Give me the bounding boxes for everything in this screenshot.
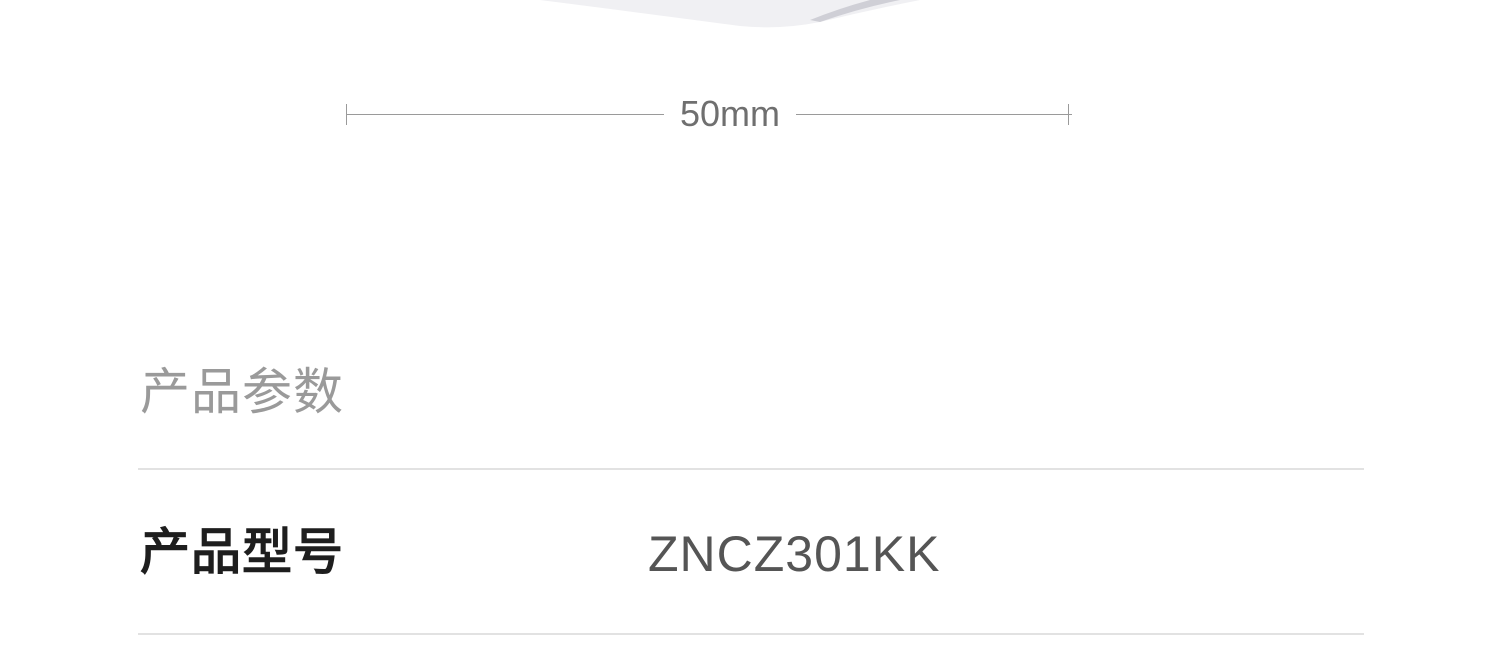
product-image — [540, 0, 920, 28]
param-key: 产品型号 — [140, 523, 344, 581]
section-title: 产品参数 — [140, 363, 344, 421]
dimension-line-left — [346, 114, 664, 115]
divider — [138, 633, 1364, 635]
dimension-tick-right — [1068, 104, 1069, 125]
dimension-label: 50mm — [679, 93, 781, 134]
dimension-ruler: 50mm — [346, 90, 1072, 140]
param-value: ZNCZ301KK — [648, 526, 941, 582]
dimension-line-right — [796, 114, 1072, 115]
param-row-model: 产品型号 ZNCZ301KK — [138, 470, 1364, 633]
